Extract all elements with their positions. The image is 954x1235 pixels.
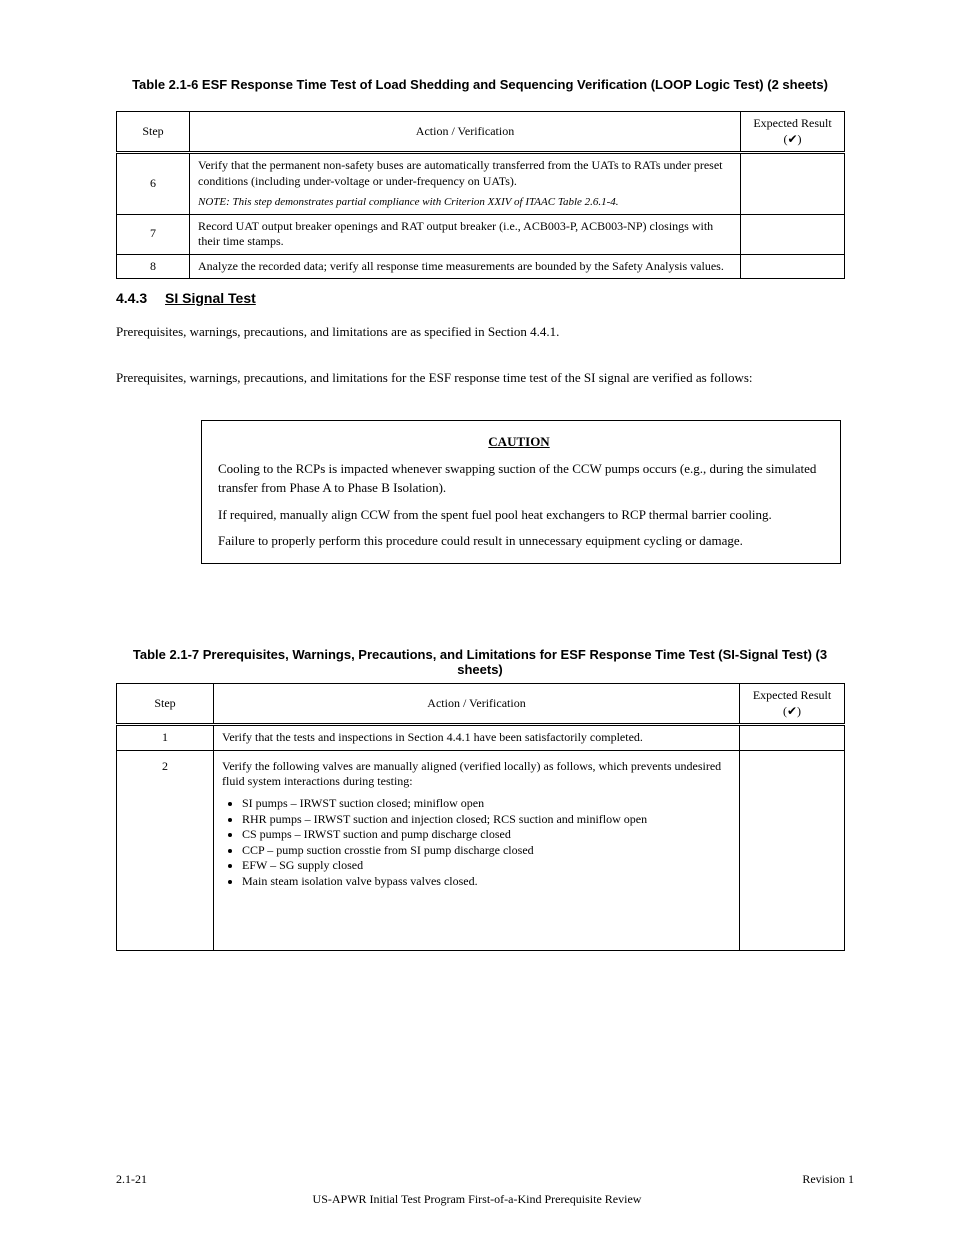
table2-step: 2 — [117, 750, 214, 950]
footer-revision: Revision 1 — [802, 1172, 854, 1187]
list-item: CS pumps – IRWST suction and pump discha… — [242, 827, 731, 843]
table1-caption: Table 2.1-6 ESF Response Time Test of Lo… — [116, 77, 844, 92]
table1-step: 6 — [117, 153, 190, 214]
table2-header-step: Step — [117, 684, 214, 725]
table1-result — [741, 254, 845, 279]
footer-page-number: 2.1-21 — [116, 1172, 147, 1187]
table-row: 2 Verify the following valves are manual… — [117, 750, 845, 950]
table1-result — [741, 214, 845, 254]
caution-line: Failure to properly perform this procedu… — [218, 532, 824, 551]
caution-heading: CAUTION — [488, 434, 549, 449]
table1-action: Verify that the permanent non-safety bus… — [190, 153, 741, 214]
list-item: EFW – SG supply closed — [242, 858, 731, 874]
table2-caption: Table 2.1-7 Prerequisites, Warnings, Pre… — [116, 647, 844, 677]
table2-action: Verify that the tests and inspections in… — [214, 725, 740, 751]
table2: Step Action / Verification Expected Resu… — [116, 683, 845, 951]
list-item: CCP – pump suction crosstie from SI pump… — [242, 843, 731, 859]
table2-result — [740, 750, 845, 950]
table1-header-action: Action / Verification — [190, 112, 741, 153]
section-heading: 4.4.3 SI Signal Test — [116, 290, 256, 306]
table2-header-action: Action / Verification — [214, 684, 740, 725]
footer-doc-title: US-APWR Initial Test Program First-of-a-… — [0, 1192, 954, 1207]
table1-step: 7 — [117, 214, 190, 254]
list-item: SI pumps – IRWST suction closed; miniflo… — [242, 796, 731, 812]
table2-header-result: Expected Result (✔) — [740, 684, 845, 725]
table-row: 6 Verify that the permanent non-safety b… — [117, 153, 845, 214]
table2-step: 1 — [117, 725, 214, 751]
list-item: Main steam isolation valve bypass valves… — [242, 874, 731, 890]
table1: Step Action / Verification Expected Resu… — [116, 111, 845, 279]
table1-action: Record UAT output breaker openings and R… — [190, 214, 741, 254]
table2-result — [740, 725, 845, 751]
section-title: SI Signal Test — [165, 290, 256, 306]
paragraph-prereq-reference: Prerequisites, warnings, precautions, an… — [116, 324, 844, 340]
table1-header-result: Expected Result (✔) — [741, 112, 845, 153]
table-row: 7 Record UAT output breaker openings and… — [117, 214, 845, 254]
table2-action: Verify the following valves are manually… — [214, 750, 740, 950]
table1-note: NOTE: This step demonstrates partial com… — [198, 195, 732, 209]
table-row: 1 Verify that the tests and inspections … — [117, 725, 845, 751]
paragraph-prereq-intro: Prerequisites, warnings, precautions, an… — [116, 370, 844, 386]
table1-action: Analyze the recorded data; verify all re… — [190, 254, 741, 279]
table1-step: 8 — [117, 254, 190, 279]
caution-line: If required, manually align CCW from the… — [218, 506, 824, 525]
table1-result — [741, 153, 845, 214]
section-number: 4.4.3 — [116, 290, 147, 306]
caution-box: CAUTION Cooling to the RCPs is impacted … — [201, 420, 841, 564]
list-item: RHR pumps – IRWST suction and injection … — [242, 812, 731, 828]
table-row: 8 Analyze the recorded data; verify all … — [117, 254, 845, 279]
caution-line: Cooling to the RCPs is impacted whenever… — [218, 460, 824, 498]
table1-header-step: Step — [117, 112, 190, 153]
